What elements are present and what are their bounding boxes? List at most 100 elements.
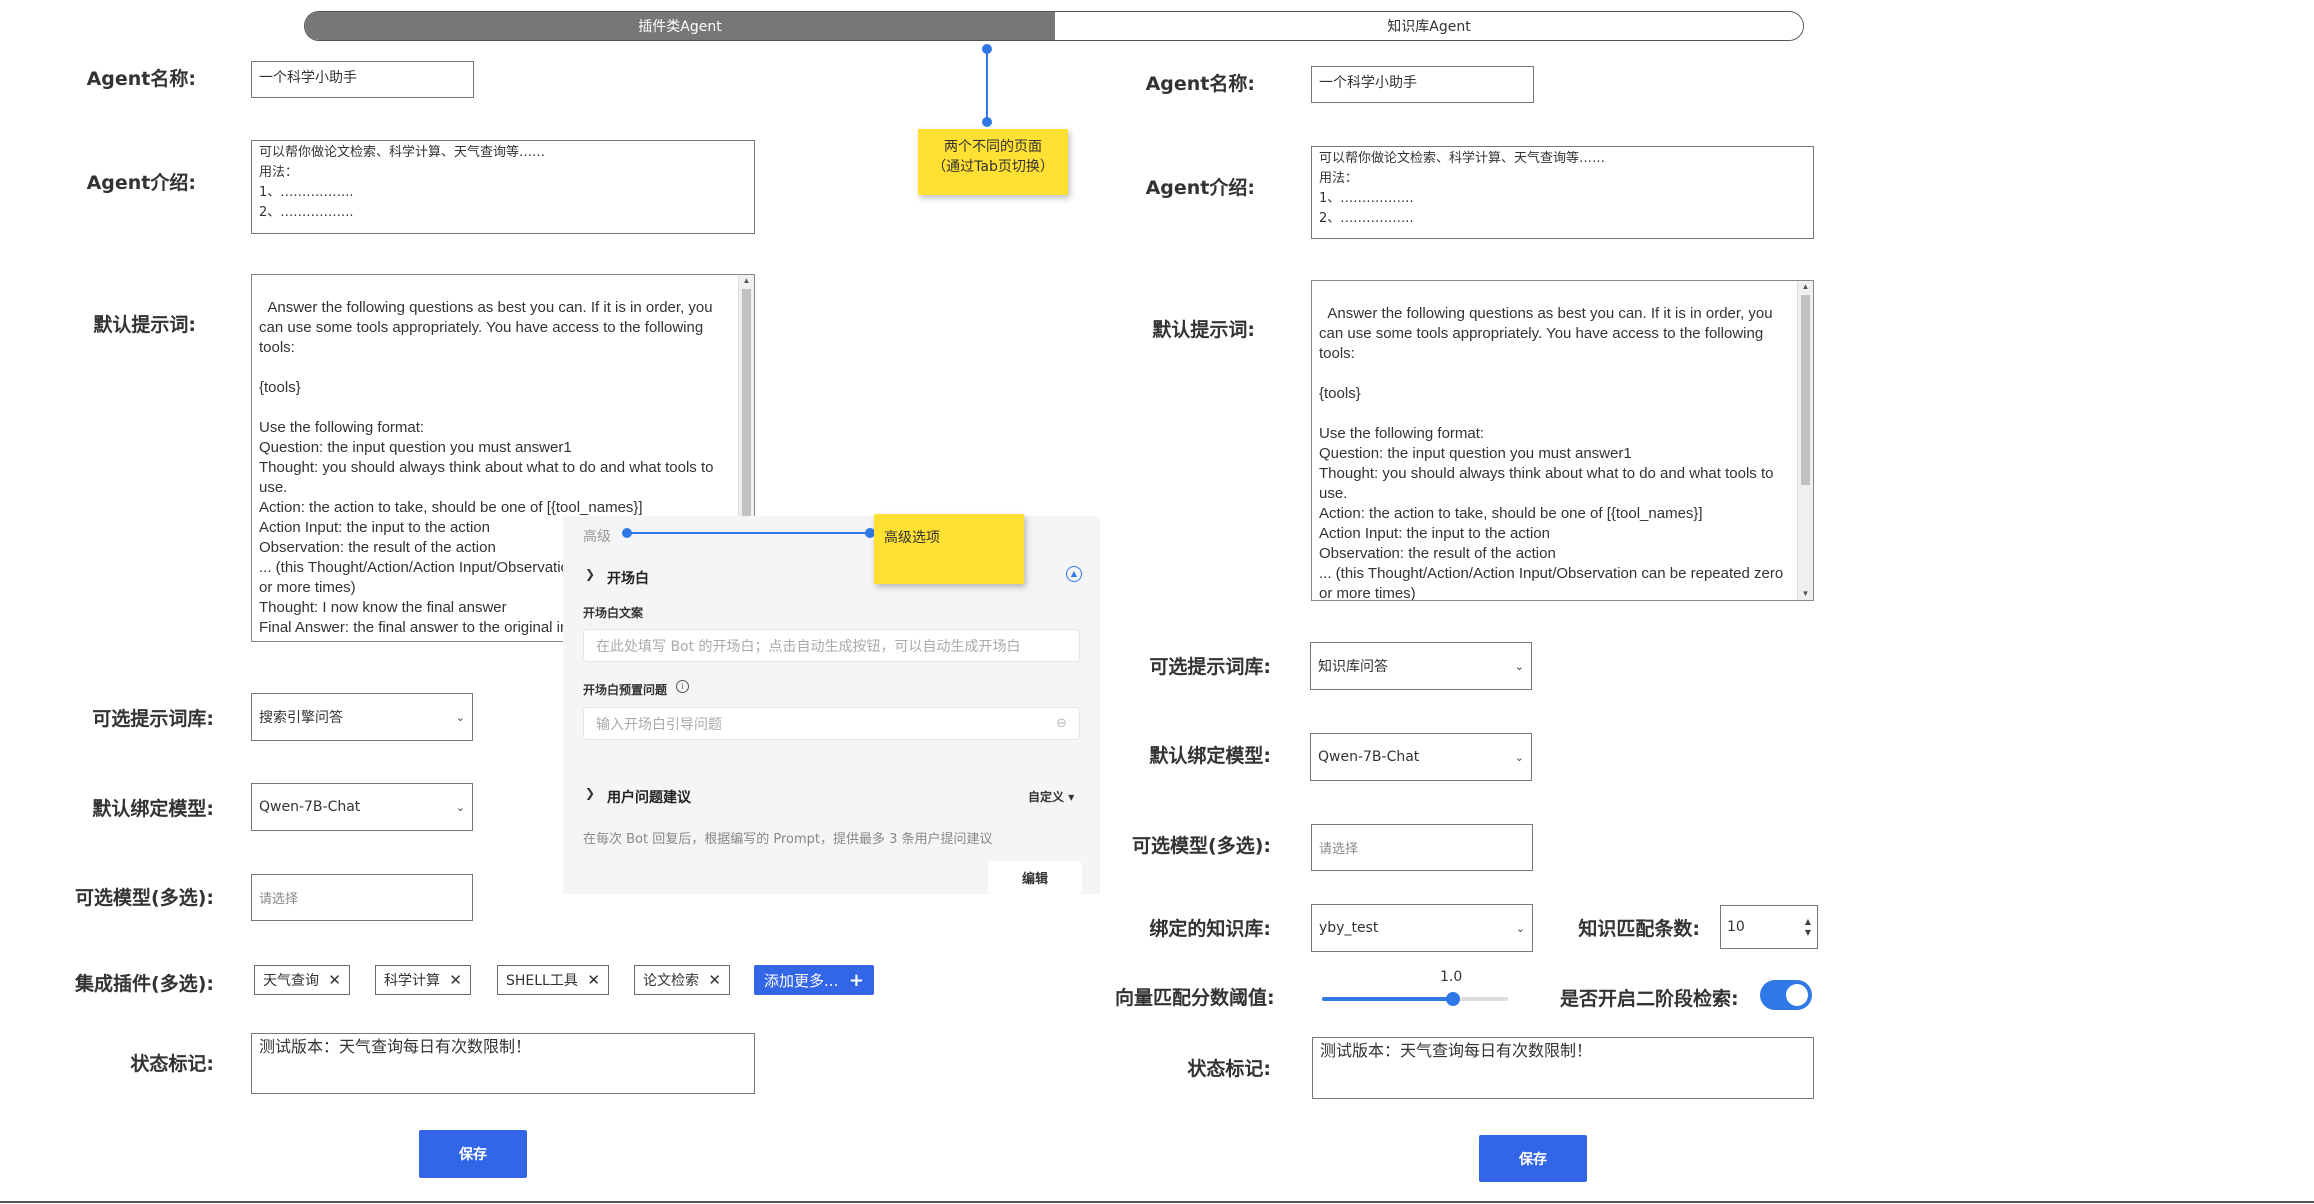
- close-icon[interactable]: ✕: [587, 971, 600, 989]
- chevron-down-icon: ⌄: [1515, 921, 1525, 935]
- info-icon[interactable]: i: [676, 680, 689, 693]
- plugin-tag-label: 论文检索: [643, 973, 699, 989]
- two-stage-toggle[interactable]: [1760, 980, 1812, 1010]
- add-more-label: 添加更多...: [764, 971, 839, 990]
- tab-plugin-agent[interactable]: 插件类Agent: [305, 12, 1055, 40]
- tab-note-connector: [982, 44, 992, 127]
- close-icon[interactable]: ✕: [328, 971, 341, 989]
- status-textarea[interactable]: 测试版本：天气查询每日有次数限制！: [251, 1033, 755, 1094]
- toggle-knob: [1786, 984, 1808, 1006]
- save-button[interactable]: 保存: [419, 1130, 527, 1178]
- plugins-label: 集成插件(多选):: [75, 973, 214, 995]
- scroll-thumb[interactable]: [1801, 295, 1810, 485]
- agent-type-tabs: 插件类Agent 知识库Agent: [304, 11, 1804, 41]
- plus-icon: +: [848, 969, 864, 991]
- agent-intro-textarea[interactable]: 可以帮你做论文检索、科学计算、天气查询等…… 用法： 1、…………….. 2、……: [251, 140, 755, 234]
- preset-question-placeholder: 输入开场白引导问题: [596, 716, 722, 733]
- threshold-label: 向量匹配分数阈值:: [1115, 987, 1275, 1009]
- opening-text-input[interactable]: 在此处填写 Bot 的开场白；点击自动生成按钮，可以自动生成开场白: [583, 629, 1080, 662]
- default-prompt-label: 默认提示词:: [93, 314, 196, 336]
- chevron-down-icon: ⌄: [1514, 750, 1524, 764]
- increment-icon[interactable]: ▲: [1805, 916, 1811, 927]
- kb-status-label: 状态标记:: [1187, 1058, 1271, 1080]
- default-model-value: Qwen-7B-Chat: [259, 799, 361, 815]
- kb-save-button[interactable]: 保存: [1479, 1135, 1587, 1182]
- custom-label: 自定义: [1028, 790, 1065, 804]
- kb-optional-models-select[interactable]: 请选择: [1311, 824, 1533, 871]
- chevron-down-icon[interactable]: ❯: [585, 786, 595, 800]
- kb-agent-name-input[interactable]: 一个科学小助手: [1311, 66, 1534, 103]
- preset-question-input[interactable]: 输入开场白引导问题 ⊖: [583, 707, 1080, 740]
- prompt-library-label: 可选提示词库:: [92, 708, 214, 730]
- kb-status-textarea[interactable]: 测试版本：天气查询每日有次数限制！: [1312, 1037, 1814, 1099]
- chevron-down-icon[interactable]: ❯: [585, 567, 595, 581]
- opening-section-title[interactable]: 开场白: [607, 568, 649, 588]
- topk-label: 知识匹配条数:: [1578, 918, 1700, 940]
- plugin-tag-paper: 论文检索 ✕: [634, 965, 730, 995]
- kb-prompt-library-value: 知识库问答: [1318, 659, 1388, 675]
- ai-generate-icon[interactable]: ▲: [1066, 566, 1082, 582]
- kb-agent-name-label: Agent名称:: [1145, 73, 1255, 95]
- kb-default-prompt-label: 默认提示词:: [1152, 319, 1255, 341]
- scroll-up-icon[interactable]: ▲: [1798, 281, 1813, 293]
- scroll-up-icon[interactable]: ▲: [739, 275, 754, 287]
- suggest-section-title[interactable]: 用户问题建议: [607, 787, 691, 807]
- clear-icon[interactable]: ⊖: [1056, 716, 1067, 731]
- plugin-tag-shell: SHELL工具 ✕: [497, 965, 609, 995]
- kb-optional-models-label: 可选模型(多选):: [1132, 835, 1271, 857]
- optional-models-placeholder: 请选择: [259, 892, 299, 907]
- bottom-divider: [0, 1201, 2314, 1203]
- close-icon[interactable]: ✕: [708, 971, 721, 989]
- edit-button[interactable]: 编辑: [988, 861, 1082, 894]
- kb-optional-models-placeholder: 请选择: [1319, 842, 1359, 857]
- preset-question-label: 开场白预置问题: [583, 683, 668, 697]
- kb-prompt-scrollbar[interactable]: ▲ ▼: [1797, 281, 1813, 600]
- topk-value: 10: [1727, 919, 1745, 935]
- advanced-header: 高级: [583, 529, 611, 545]
- kb-default-model-label: 默认绑定模型:: [1149, 745, 1271, 767]
- kb-prompt-library-label: 可选提示词库:: [1149, 656, 1271, 678]
- custom-dropdown[interactable]: 自定义 ▾: [1028, 788, 1074, 805]
- advanced-note-connector: [622, 528, 875, 538]
- agent-name-input[interactable]: 一个科学小助手: [251, 61, 474, 98]
- plugin-tag-calculator: 科学计算 ✕: [375, 965, 471, 995]
- opening-text-label: 开场白文案: [583, 606, 644, 620]
- default-model-label: 默认绑定模型:: [92, 798, 214, 820]
- plugin-tag-label: 科学计算: [384, 973, 440, 989]
- default-model-select[interactable]: Qwen-7B-Chat ⌄: [251, 783, 473, 831]
- chevron-down-icon: ⌄: [455, 710, 465, 724]
- prompt-library-select[interactable]: 搜索引擎问答 ⌄: [251, 693, 473, 741]
- agent-intro-label: Agent介绍:: [86, 172, 196, 194]
- threshold-slider-knob[interactable]: [1446, 992, 1460, 1006]
- kb-bound-label: 绑定的知识库:: [1149, 918, 1271, 940]
- optional-models-label: 可选模型(多选):: [75, 887, 214, 909]
- prompt-library-value: 搜索引擎问答: [259, 710, 343, 726]
- kb-bound-select[interactable]: yby_test ⌄: [1311, 904, 1533, 952]
- scroll-thumb[interactable]: [742, 289, 751, 519]
- close-icon[interactable]: ✕: [449, 971, 462, 989]
- optional-models-select[interactable]: 请选择: [251, 874, 473, 921]
- plugin-tag-weather: 天气查询 ✕: [254, 965, 350, 995]
- kb-agent-intro-label: Agent介绍:: [1145, 177, 1255, 199]
- kb-default-prompt-textarea[interactable]: Answer the following questions as best y…: [1311, 280, 1814, 601]
- kb-agent-intro-textarea[interactable]: 可以帮你做论文检索、科学计算、天气查询等…… 用法： 1、…………….. 2、……: [1311, 146, 1814, 239]
- kb-bound-value: yby_test: [1319, 920, 1379, 936]
- suggest-description: 在每次 Bot 回复后，根据编写的 Prompt，提供最多 3 条用户提问建议: [583, 832, 993, 847]
- plugin-tag-label: SHELL工具: [506, 973, 578, 989]
- kb-default-model-value: Qwen-7B-Chat: [1318, 749, 1420, 765]
- status-label: 状态标记:: [130, 1053, 214, 1075]
- threshold-slider-fill: [1322, 997, 1453, 1001]
- two-stage-label: 是否开启二阶段检索:: [1560, 988, 1739, 1010]
- scroll-down-icon[interactable]: ▼: [1798, 588, 1813, 600]
- kb-prompt-library-select[interactable]: 知识库问答 ⌄: [1310, 642, 1532, 690]
- opening-text-placeholder: 在此处填写 Bot 的开场白；点击自动生成按钮，可以自动生成开场白: [596, 638, 1021, 655]
- add-more-plugins-button[interactable]: 添加更多... +: [754, 965, 874, 995]
- advanced-annotation-note: 高级选项: [874, 514, 1024, 584]
- tab-knowledge-agent[interactable]: 知识库Agent: [1055, 12, 1803, 40]
- chevron-down-icon: ⌄: [1514, 659, 1524, 673]
- kb-default-model-select[interactable]: Qwen-7B-Chat ⌄: [1310, 733, 1532, 781]
- topk-stepper[interactable]: 10 ▲ ▼: [1720, 905, 1818, 949]
- kb-default-prompt-text: Answer the following questions as best y…: [1319, 305, 1784, 601]
- decrement-icon[interactable]: ▼: [1805, 927, 1811, 938]
- chevron-down-icon: ⌄: [455, 800, 465, 814]
